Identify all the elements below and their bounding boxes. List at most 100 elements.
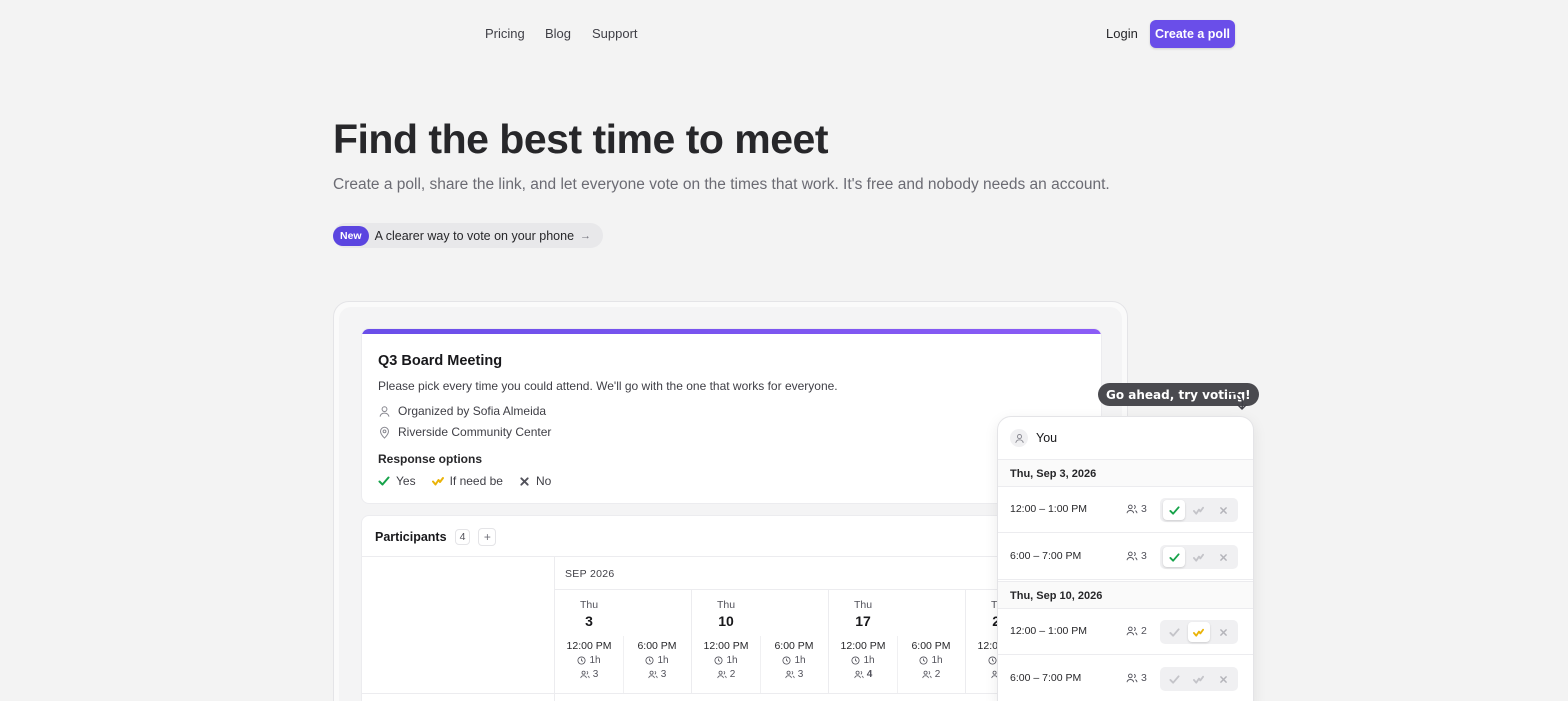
people-icon (922, 670, 932, 679)
people-icon (580, 670, 590, 679)
day-number: 17 (855, 613, 871, 629)
response-options-heading: Response options (378, 452, 483, 466)
create-poll-button[interactable]: Create a poll (1150, 20, 1235, 48)
poll-location-text: Riverside Community Center (398, 425, 552, 439)
day-number: 10 (718, 613, 734, 629)
vote-row-count: 3 (1126, 503, 1147, 515)
vote-row-time: 12:00 – 1:00 PM (1010, 503, 1088, 515)
vote-no-button[interactable] (1213, 622, 1235, 642)
vote-ifneedbe-button[interactable] (1187, 622, 1210, 642)
slot-duration-text: 1h (726, 655, 738, 666)
response-yes-label: Yes (396, 474, 416, 488)
slot-duration: 1h (897, 655, 965, 666)
people-icon (1126, 673, 1138, 683)
vote-toggle-group (1160, 620, 1238, 644)
vote-yes-button[interactable] (1163, 547, 1186, 567)
vote-toggle-group (1160, 498, 1238, 522)
people-icon (648, 670, 658, 679)
vote-yes-button[interactable] (1163, 500, 1186, 520)
vote-row-count-text: 3 (1141, 503, 1147, 515)
poll-organizer-text: Organized by Sofia Almeida (398, 404, 547, 418)
day-of-week: Thu (579, 599, 599, 611)
nav-link-pricing[interactable]: Pricing (485, 26, 525, 41)
slot-duration-text: 1h (589, 655, 601, 666)
vote-no-button[interactable] (1213, 547, 1235, 567)
vote-row: 12:00 – 1:00 PM 2 (998, 609, 1253, 655)
vote-ifneedbe-button[interactable] (1188, 547, 1210, 567)
vote-row-time: 12:00 – 1:00 PM (1010, 625, 1088, 637)
vote-no-button[interactable] (1213, 500, 1235, 520)
slot-duration: 1h (623, 655, 691, 666)
vote-row-count: 2 (1126, 625, 1147, 637)
response-no: No (519, 474, 551, 488)
slot-time: 12:00 PM (840, 640, 886, 652)
time-slot[interactable]: 12:00 PM 1h 4 (829, 640, 897, 680)
participants-card: Participants 4 + SEP 2026 Thu 3 12:00 PM 1h… (361, 515, 1102, 701)
response-no-label: No (535, 474, 552, 488)
vote-date-header: Thu, Sep 10, 2026 (998, 581, 1253, 609)
add-participant-button[interactable]: + (478, 528, 497, 546)
poll-card: Q3 Board Meeting Please pick every time … (361, 328, 1102, 504)
response-ifneedbe: If need be (431, 474, 503, 488)
vote-ifneedbe-button[interactable] (1188, 669, 1210, 689)
slot-votes-count: 2 (934, 669, 941, 680)
participants-title: Participants (375, 530, 447, 544)
poll-organizer: Organized by Sofia Almeida (378, 404, 546, 418)
vote-row-time: 6:00 – 7:00 PM (1010, 550, 1082, 562)
participants-header: Participants 4 + (375, 528, 497, 546)
vote-row-count-text: 3 (1141, 672, 1147, 684)
nav-link-support[interactable]: Support (592, 26, 638, 41)
slot-duration-text: 1h (794, 655, 806, 666)
poll-location: Riverside Community Center (378, 425, 551, 439)
time-slot[interactable]: 6:00 PM 1h 3 (760, 640, 828, 680)
top-nav: Pricing Blog Support Login Create a poll (0, 20, 1568, 48)
user-avatar-icon (1010, 429, 1028, 447)
poll-accent-bar (362, 329, 1101, 334)
time-slot[interactable]: 12:00 PM 1h 2 (692, 640, 760, 680)
announcement-pill[interactable]: New A clearer way to vote on your phone … (333, 223, 604, 248)
vote-no-button[interactable] (1213, 669, 1235, 689)
slot-duration: 1h (555, 655, 623, 666)
announcement-text: A clearer way to vote on your phone (374, 228, 575, 243)
curved-arrow-icon (1229, 392, 1247, 410)
poll-description: Please pick every time you could attend.… (378, 379, 838, 393)
vote-ifneedbe-button[interactable] (1188, 500, 1210, 520)
clock-icon (645, 656, 654, 665)
slot-votes: 3 (760, 669, 828, 680)
slot-time: 6:00 PM (637, 640, 677, 652)
vote-yes-button[interactable] (1163, 622, 1185, 642)
participants-count: 4 (454, 529, 471, 545)
vote-toggle-group (1160, 667, 1238, 691)
time-slot[interactable]: 6:00 PM 1h 3 (623, 640, 691, 680)
vote-panel-username: You (1036, 431, 1058, 445)
slot-votes-count: 3 (660, 669, 667, 680)
clock-icon (851, 656, 860, 665)
response-ifneedbe-label: If need be (449, 474, 503, 488)
slot-votes-count: 2 (729, 669, 736, 680)
time-slot[interactable]: 12:00 PM 1h 3 (555, 640, 623, 680)
arrow-right-icon: → (580, 229, 592, 242)
slot-duration: 1h (760, 655, 828, 666)
nav-link-blog[interactable]: Blog (545, 26, 571, 41)
people-icon (1126, 626, 1138, 636)
clock-icon (714, 656, 723, 665)
vote-row-time: 6:00 – 7:00 PM (1010, 672, 1082, 684)
vote-toggle-group (1160, 545, 1238, 569)
check-icon (378, 476, 390, 486)
check-tilde-icon (431, 477, 444, 486)
day-of-week: Thu (716, 599, 736, 611)
vote-row-count-text: 3 (1141, 550, 1147, 562)
login-link[interactable]: Login (1106, 26, 1138, 41)
time-slot[interactable]: 6:00 PM 1h 2 (897, 640, 965, 680)
people-icon (785, 670, 795, 679)
divider (362, 556, 1101, 557)
slot-duration-text: 1h (657, 655, 669, 666)
clock-icon (919, 656, 928, 665)
vote-yes-button[interactable] (1163, 669, 1185, 689)
slot-votes: 2 (897, 669, 965, 680)
slot-duration: 1h (692, 655, 760, 666)
slot-time: 6:00 PM (774, 640, 814, 652)
map-pin-icon (378, 426, 391, 439)
date-column: Thu 3 12:00 PM 1h 3 6:00 PM 1h 3 (554, 590, 691, 693)
divider (362, 693, 1101, 694)
